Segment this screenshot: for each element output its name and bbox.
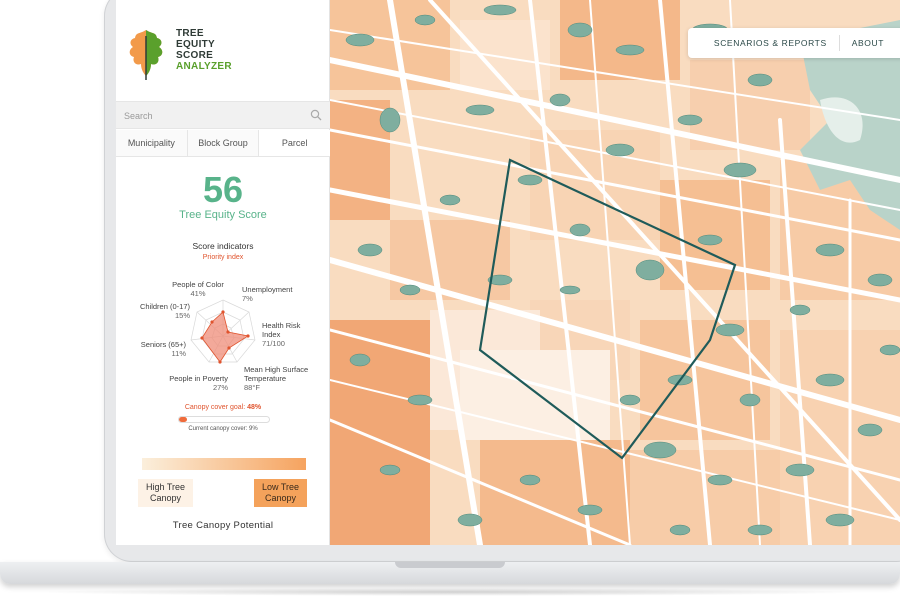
current-canopy-label: Current canopy cover: 9% xyxy=(188,426,258,432)
canopy-legend-gradient xyxy=(142,458,306,470)
logo-line-1: TREE xyxy=(176,28,204,39)
canopy-progress-bar xyxy=(178,416,270,423)
canopy-goal: Canopy cover goal: 48% xyxy=(116,404,330,411)
tab-parcel[interactable]: Parcel xyxy=(259,130,331,156)
sidebar: TREE EQUITY SCORE ANALYZER Municipality … xyxy=(116,0,331,545)
search-bar xyxy=(116,101,330,129)
legend-high-canopy: High Tree Canopy xyxy=(138,479,193,507)
indicators-title: Score indicators xyxy=(192,241,254,251)
map-canvas[interactable] xyxy=(330,0,900,545)
search-input[interactable] xyxy=(124,107,304,125)
logo-wordmark: TREE EQUITY SCORE ANALYZER xyxy=(176,28,232,72)
map-view[interactable]: SCENARIOS & REPORTS ABOUT xyxy=(330,0,900,545)
top-nav: SCENARIOS & REPORTS ABOUT xyxy=(687,28,900,58)
logo-line-2: EQUITY xyxy=(176,39,216,50)
search-icon[interactable] xyxy=(310,109,322,121)
app-screen: TREE EQUITY SCORE ANALYZER Municipality … xyxy=(116,0,900,545)
indicator-people-of-color: People of Color 41% xyxy=(172,280,224,298)
indicator-health-risk: Health Risk Index 71/100 xyxy=(262,321,301,348)
score-value: 56 xyxy=(202,169,244,210)
tab-block-group[interactable]: Block Group xyxy=(187,130,260,156)
indicator-people-in-poverty: People in Poverty 27% xyxy=(169,374,228,392)
logo-accent: ANALYZER xyxy=(176,61,232,72)
indicator-seniors: Seniors (65+) 11% xyxy=(140,340,186,358)
laptop-shadow xyxy=(30,588,870,596)
legend-low-canopy: Low Tree Canopy xyxy=(254,479,307,507)
oak-leaf-icon xyxy=(129,30,163,80)
indicator-unemployment: Unemployment 7% xyxy=(242,285,293,303)
logo-line-3: SCORE xyxy=(176,50,214,61)
score-label: Tree Equity Score xyxy=(179,209,267,221)
app-logo[interactable]: TREE EQUITY SCORE ANALYZER xyxy=(126,28,316,82)
indicator-surface-temperature: Mean High Surface Temperature 88°F xyxy=(244,365,309,392)
canopy-goal-value: 48% xyxy=(247,404,262,411)
indicator-children: Children (0-17) 15% xyxy=(139,302,190,320)
canopy-potential-title: Tree Canopy Potential xyxy=(172,520,274,531)
nav-about[interactable]: ABOUT xyxy=(840,38,896,48)
canopy-goal-label: Canopy cover goal: xyxy=(184,404,246,411)
tab-municipality[interactable]: Municipality xyxy=(116,130,188,156)
laptop-notch xyxy=(395,562,505,568)
canopy-progress-fill xyxy=(179,417,188,422)
level-tabs: Municipality Block Group Parcel xyxy=(116,130,331,157)
priority-index-link[interactable]: Priority index xyxy=(116,254,330,261)
score-indicators-radar: People of Color 41% Unemployment 7% Heal… xyxy=(116,270,330,400)
nav-scenarios-reports[interactable]: SCENARIOS & REPORTS xyxy=(702,38,839,48)
